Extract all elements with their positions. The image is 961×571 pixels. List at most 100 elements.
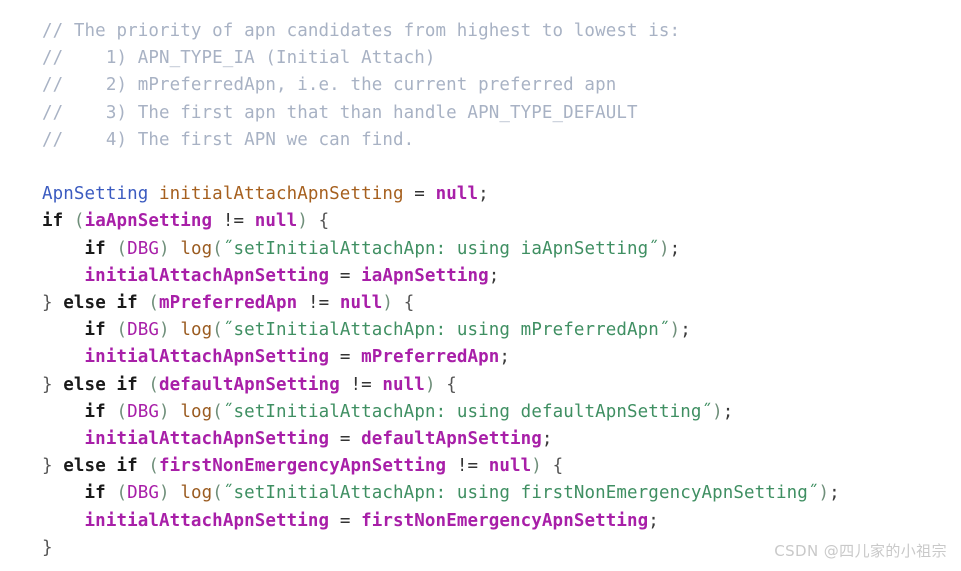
code-token: null bbox=[382, 374, 425, 395]
code-token: // 4) The first APN we can find. bbox=[42, 129, 415, 150]
code-line: } else if (firstNonEmergencyApnSetting !… bbox=[42, 453, 961, 480]
code-line: // 2) mPreferredApn, i.e. the current pr… bbox=[42, 72, 961, 99]
code-token: ) bbox=[159, 320, 170, 341]
code-token: != bbox=[307, 293, 330, 314]
code-token: } bbox=[42, 374, 53, 395]
code-token: ; bbox=[478, 184, 489, 205]
code-token: if bbox=[42, 211, 64, 232]
code-token: != bbox=[222, 211, 245, 232]
code-token: ( bbox=[148, 374, 160, 395]
code-token: ; bbox=[669, 238, 681, 259]
code-token: ) bbox=[669, 320, 681, 341]
code-token: = bbox=[339, 429, 351, 450]
code-line: // 4) The first APN we can find. bbox=[42, 127, 961, 154]
code-token: iaApnSetting bbox=[361, 265, 489, 286]
code-block[interactable]: // The priority of apn candidates from h… bbox=[42, 18, 961, 562]
code-token: else if bbox=[63, 293, 138, 314]
code-line: if (DBG) log(˝setInitialAttachApn: using… bbox=[42, 317, 961, 344]
code-token: DBG bbox=[127, 483, 160, 504]
code-token: ˝setInitialAttachApn: using mPreferredAp… bbox=[222, 320, 670, 341]
code-token: ApnSetting bbox=[42, 184, 149, 205]
code-token: ( bbox=[212, 320, 223, 341]
code-line: initialAttachApnSetting = firstNonEmerge… bbox=[42, 508, 961, 535]
code-token: = bbox=[339, 347, 351, 368]
code-token: if bbox=[84, 238, 106, 259]
code-line: initialAttachApnSetting = iaApnSetting; bbox=[42, 263, 961, 290]
code-token: ( bbox=[212, 483, 223, 504]
code-token: log bbox=[180, 483, 213, 504]
code-token: initialAttachApnSetting bbox=[84, 510, 330, 531]
code-token: log bbox=[180, 238, 213, 259]
code-token: = bbox=[339, 265, 351, 286]
code-token: ˝setInitialAttachApn: using defaultApnSe… bbox=[222, 401, 713, 422]
code-token: firstNonEmergencyApnSetting bbox=[361, 510, 649, 531]
code-line: if (DBG) log(˝setInitialAttachApn: using… bbox=[42, 236, 961, 263]
code-token: log bbox=[180, 401, 213, 422]
code-token: defaultApnSetting bbox=[159, 374, 340, 395]
code-token: ) bbox=[159, 238, 170, 259]
code-token: else if bbox=[63, 456, 138, 477]
code-token: ) bbox=[712, 401, 723, 422]
code-token: ( bbox=[73, 211, 85, 232]
code-token: { bbox=[446, 374, 457, 395]
code-token: log bbox=[180, 320, 213, 341]
code-token: // 3) The first apn that than handle APN… bbox=[42, 102, 638, 123]
code-token: // 1) APN_TYPE_IA (Initial Attach) bbox=[42, 48, 436, 69]
code-token: ( bbox=[212, 401, 223, 422]
code-token: if bbox=[84, 401, 106, 422]
code-line: if (DBG) log(˝setInitialAttachApn: using… bbox=[42, 399, 961, 426]
code-token: ) bbox=[531, 456, 542, 477]
code-token: iaApnSetting bbox=[84, 211, 213, 232]
code-token: else if bbox=[63, 374, 138, 395]
code-token: DBG bbox=[127, 320, 160, 341]
csdn-watermark: CSDN @四儿家的小祖宗 bbox=[774, 542, 947, 560]
code-token: ) bbox=[159, 401, 170, 422]
code-token: { bbox=[403, 293, 415, 314]
code-line: initialAttachApnSetting = mPreferredApn; bbox=[42, 344, 961, 371]
code-token: ˝setInitialAttachApn: using firstNonEmer… bbox=[222, 483, 819, 504]
code-token: = bbox=[414, 184, 425, 205]
code-token: ) bbox=[159, 483, 170, 504]
code-token: } bbox=[42, 456, 53, 477]
code-token: ; bbox=[648, 510, 659, 531]
code-line: initialAttachApnSetting = defaultApnSett… bbox=[42, 426, 961, 453]
code-token: initialAttachApnSetting bbox=[84, 265, 330, 286]
code-token: firstNonEmergencyApnSetting bbox=[159, 456, 447, 477]
code-token: ( bbox=[116, 238, 128, 259]
code-token: ( bbox=[116, 401, 128, 422]
code-token: != bbox=[456, 456, 479, 477]
code-token: ( bbox=[116, 320, 128, 341]
code-token: ; bbox=[722, 401, 734, 422]
